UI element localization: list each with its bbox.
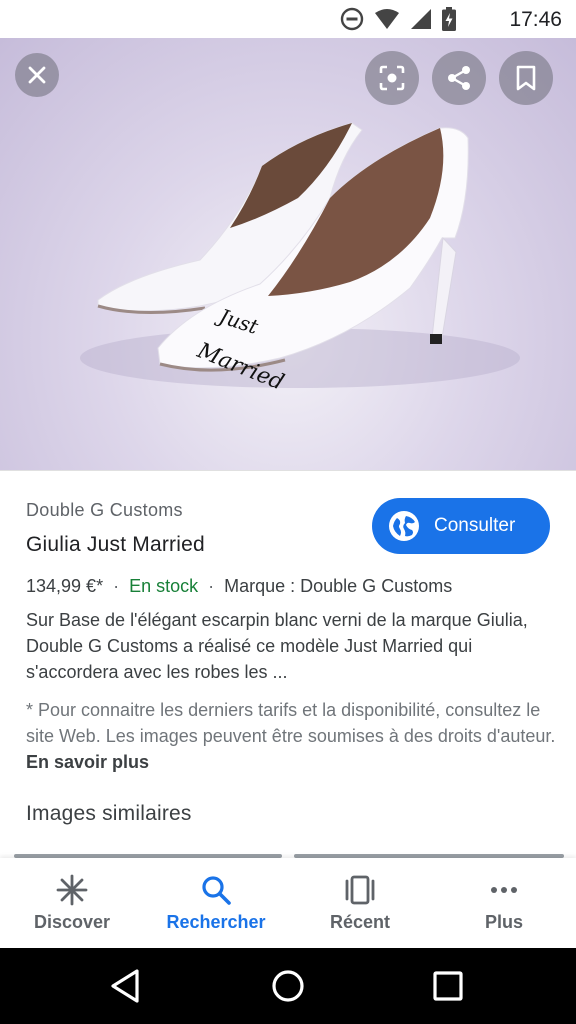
learn-more-link[interactable]: En savoir plus [26, 752, 149, 772]
separator-dot: · [208, 576, 215, 596]
signal-icon [411, 9, 431, 29]
more-dots-icon [491, 887, 517, 893]
separator-dot: · [113, 576, 120, 596]
merchant-name: Double G Customs [26, 500, 183, 520]
product-image[interactable]: Just Married [0, 38, 576, 470]
stock-status: En stock [129, 576, 199, 596]
status-time: 17:46 [509, 8, 562, 31]
share-icon [448, 66, 470, 90]
do-not-disturb-icon [340, 7, 364, 31]
recent-cards-icon [345, 875, 375, 905]
save-button[interactable] [499, 51, 553, 105]
lens-icon [379, 65, 405, 91]
nav-label: Rechercher [166, 912, 266, 932]
price: 134,99 €* [26, 576, 104, 596]
similar-images-heading: Images similaires [26, 802, 192, 825]
nav-label: Plus [484, 912, 523, 932]
pricing-note: * Pour connaitre les derniers tarifs et … [26, 697, 556, 775]
wifi-icon [375, 9, 399, 29]
bottom-navigation: Discover Rechercher Récent Plus [0, 858, 576, 948]
nav-search[interactable]: Rechercher [144, 858, 288, 948]
globe-icon [389, 511, 419, 541]
search-icon [202, 876, 231, 905]
status-icons [340, 6, 456, 32]
consult-button[interactable]: Consulter [372, 498, 550, 554]
note-text: * Pour connaitre les derniers tarifs et … [26, 700, 556, 746]
bookmark-icon [516, 65, 536, 91]
battery-charging-icon [442, 7, 456, 31]
consult-label: Consulter [434, 515, 516, 536]
close-icon [28, 66, 46, 84]
product-description: Sur Base de l'élégant escarpin blanc ver… [26, 610, 528, 682]
lens-button[interactable] [365, 51, 419, 105]
nav-label: Discover [33, 912, 111, 932]
product-title: Giulia Just Married [26, 533, 205, 556]
nav-more[interactable]: Plus [432, 858, 576, 948]
overview-icon[interactable] [428, 966, 468, 1006]
close-button[interactable] [15, 53, 59, 97]
system-navigation-bar [0, 948, 576, 1024]
product-meta: 134,99 €* · En stock · Marque : Double G… [26, 576, 452, 597]
nav-label: Récent [329, 912, 391, 932]
divider [0, 470, 576, 471]
nav-discover[interactable]: Discover [0, 858, 144, 948]
status-bar: 17:46 [0, 0, 576, 38]
home-icon[interactable] [268, 966, 308, 1006]
brand: Marque : Double G Customs [224, 576, 453, 596]
nav-recent[interactable]: Récent [288, 858, 432, 948]
asterisk-icon [56, 874, 88, 906]
shoes-illustration: Just Married [80, 122, 520, 396]
share-button[interactable] [432, 51, 486, 105]
back-icon[interactable] [107, 966, 147, 1006]
